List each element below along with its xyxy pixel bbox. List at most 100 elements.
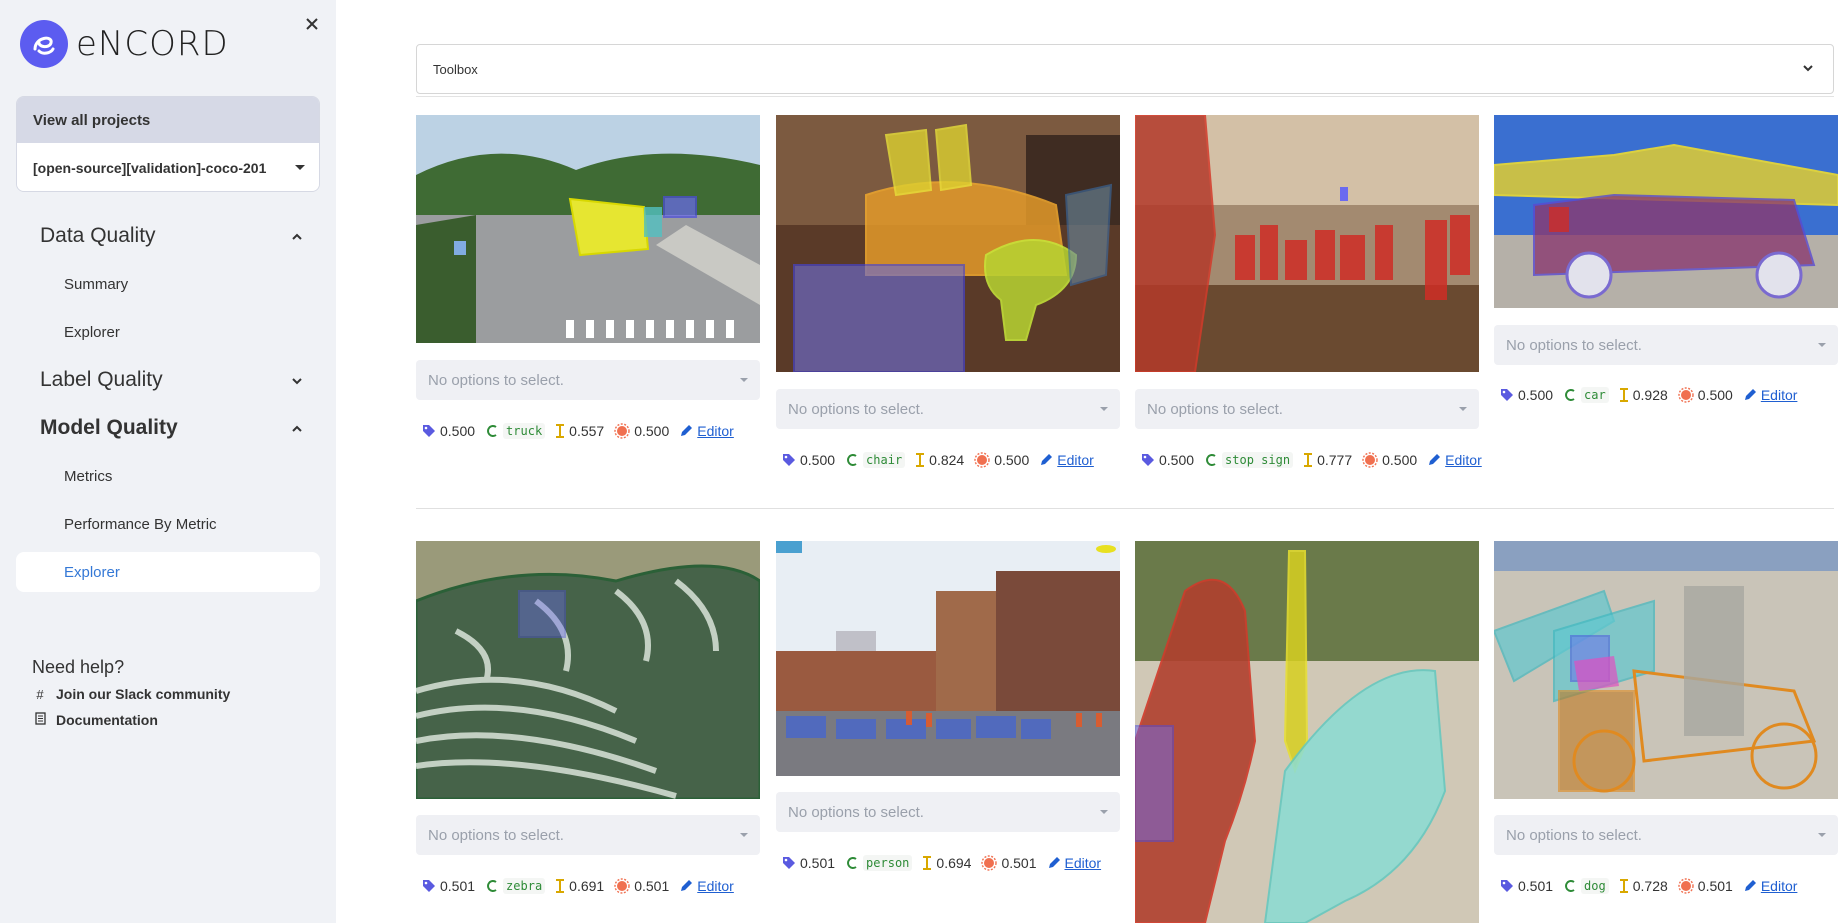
view-all-projects-button[interactable]: View all projects [17, 97, 319, 143]
sidebar-item-metrics[interactable]: Metrics [64, 468, 112, 485]
caret-down-icon [1100, 407, 1108, 411]
tag-icon [422, 424, 436, 438]
iou-icon [555, 879, 565, 893]
confidence-value: 0.501 [634, 878, 670, 894]
class-label: dog [1581, 878, 1609, 894]
tag-select[interactable]: No options to select. [1494, 815, 1838, 855]
sample-image-zebra[interactable] [416, 541, 760, 799]
confidence-value: 0.500 [994, 452, 1030, 468]
sidebar-item-summary[interactable]: Summary [64, 276, 128, 293]
editor-link-label: Editor [1057, 452, 1094, 468]
divider [416, 96, 1834, 97]
toolbox-label: Toolbox [433, 61, 478, 77]
editor-link[interactable]: Editor [1039, 452, 1094, 468]
chevron-down-icon[interactable] [290, 374, 304, 388]
tag-select[interactable]: No options to select. [776, 792, 1120, 832]
tag-icon [1500, 879, 1514, 893]
encord-logo[interactable]: eNCORD [20, 20, 229, 68]
sidebar-item-performance-by-metric[interactable]: Performance By Metric [64, 516, 217, 533]
caret-down-icon [740, 833, 748, 837]
caret-down-icon [1818, 343, 1826, 347]
confidence-value: 0.500 [1382, 452, 1418, 468]
score-value: 0.500 [1518, 387, 1554, 403]
sidebar-item-data-explorer[interactable]: Explorer [64, 324, 120, 341]
tag-select-placeholder: No options to select. [788, 803, 924, 821]
chevron-up-icon[interactable] [290, 422, 304, 436]
card-stats: 0.501 person 0.694 0.501 Editor [782, 855, 1101, 871]
editor-link[interactable]: Editor [679, 878, 734, 894]
tag-select[interactable]: No options to select. [1135, 389, 1479, 429]
editor-link[interactable]: Editor [1427, 452, 1482, 468]
class-icon [485, 879, 499, 893]
card-stats: 0.500 truck 0.557 0.500 Editor [422, 423, 734, 439]
chevron-down-icon [1803, 65, 1813, 72]
editor-link-label: Editor [1445, 452, 1482, 468]
close-sidebar-button[interactable] [302, 12, 322, 36]
project-select[interactable]: [open-source][validation]-coco-201 [17, 143, 319, 191]
logo-mark-icon [20, 20, 68, 68]
editor-link[interactable]: Editor [1743, 878, 1797, 894]
slack-community-link[interactable]: # Join our Slack community [32, 686, 230, 702]
toolbox-expander[interactable]: Toolbox [416, 44, 1834, 94]
nav-section-label-quality[interactable]: Label Quality [40, 368, 163, 392]
project-box: View all projects [open-source][validati… [16, 96, 320, 192]
sample-image-truck[interactable] [416, 115, 760, 343]
tag-select-placeholder: No options to select. [788, 400, 924, 418]
pencil-icon [679, 424, 693, 438]
row-divider [416, 508, 1834, 509]
tag-select[interactable]: No options to select. [416, 815, 760, 855]
confidence-icon [614, 878, 630, 894]
iou-icon [1619, 879, 1629, 893]
pencil-icon [1743, 388, 1757, 402]
tag-select[interactable]: No options to select. [776, 389, 1120, 429]
class-label: chair [863, 452, 906, 468]
confidence-value: 0.501 [1697, 878, 1733, 894]
caret-down-icon [1459, 407, 1467, 411]
iou-value: 0.824 [929, 452, 965, 468]
class-label: car [1581, 387, 1609, 403]
caret-down-icon [1100, 810, 1108, 814]
iou-icon [1303, 453, 1313, 467]
documentation-link-label: Documentation [56, 712, 158, 728]
pencil-icon [1039, 453, 1053, 467]
sample-image-person[interactable] [776, 541, 1120, 776]
chevron-up-icon[interactable] [290, 230, 304, 244]
confidence-icon [1362, 452, 1378, 468]
card-stats: 0.500 chair 0.824 0.500 Editor [782, 452, 1094, 468]
class-icon [845, 856, 859, 870]
tag-select-placeholder: No options to select. [1506, 336, 1642, 354]
nav-section-model-quality[interactable]: Model Quality [40, 416, 178, 440]
sample-image-toilet[interactable] [1135, 541, 1479, 923]
iou-value: 0.691 [569, 878, 605, 894]
sample-image-dog[interactable] [1494, 541, 1838, 799]
pencil-icon [1047, 856, 1061, 870]
documentation-link[interactable]: Documentation [32, 712, 158, 728]
sidebar-item-model-explorer[interactable]: Explorer [16, 552, 320, 592]
caret-down-icon [740, 378, 748, 382]
brand-name: eNCORD [76, 24, 229, 64]
pencil-icon [679, 879, 693, 893]
sample-image-stop-sign[interactable] [1135, 115, 1479, 372]
sample-image-car[interactable] [1494, 115, 1838, 308]
iou-value: 0.928 [1632, 387, 1668, 403]
pencil-icon [1743, 879, 1757, 893]
tag-icon [782, 856, 796, 870]
editor-link[interactable]: Editor [1743, 387, 1797, 403]
iou-icon [915, 453, 925, 467]
card-stats: 0.500 car 0.928 0.500 Editor [1500, 387, 1797, 403]
confidence-icon [1678, 878, 1694, 894]
iou-icon [922, 856, 932, 870]
class-icon [1563, 879, 1577, 893]
confidence-value: 0.500 [1697, 387, 1733, 403]
confidence-icon [981, 855, 998, 871]
tag-select[interactable]: No options to select. [1494, 325, 1838, 365]
nav-section-data-quality[interactable]: Data Quality [40, 224, 156, 248]
iou-value: 0.777 [1317, 452, 1353, 468]
editor-link[interactable]: Editor [1047, 855, 1101, 871]
project-select-value: [open-source][validation]-coco-201 [33, 160, 267, 176]
tag-select[interactable]: No options to select. [416, 360, 760, 400]
sample-image-chair[interactable] [776, 115, 1120, 372]
editor-link[interactable]: Editor [679, 423, 734, 439]
tag-select-placeholder: No options to select. [428, 371, 564, 389]
score-value: 0.501 [1518, 878, 1554, 894]
